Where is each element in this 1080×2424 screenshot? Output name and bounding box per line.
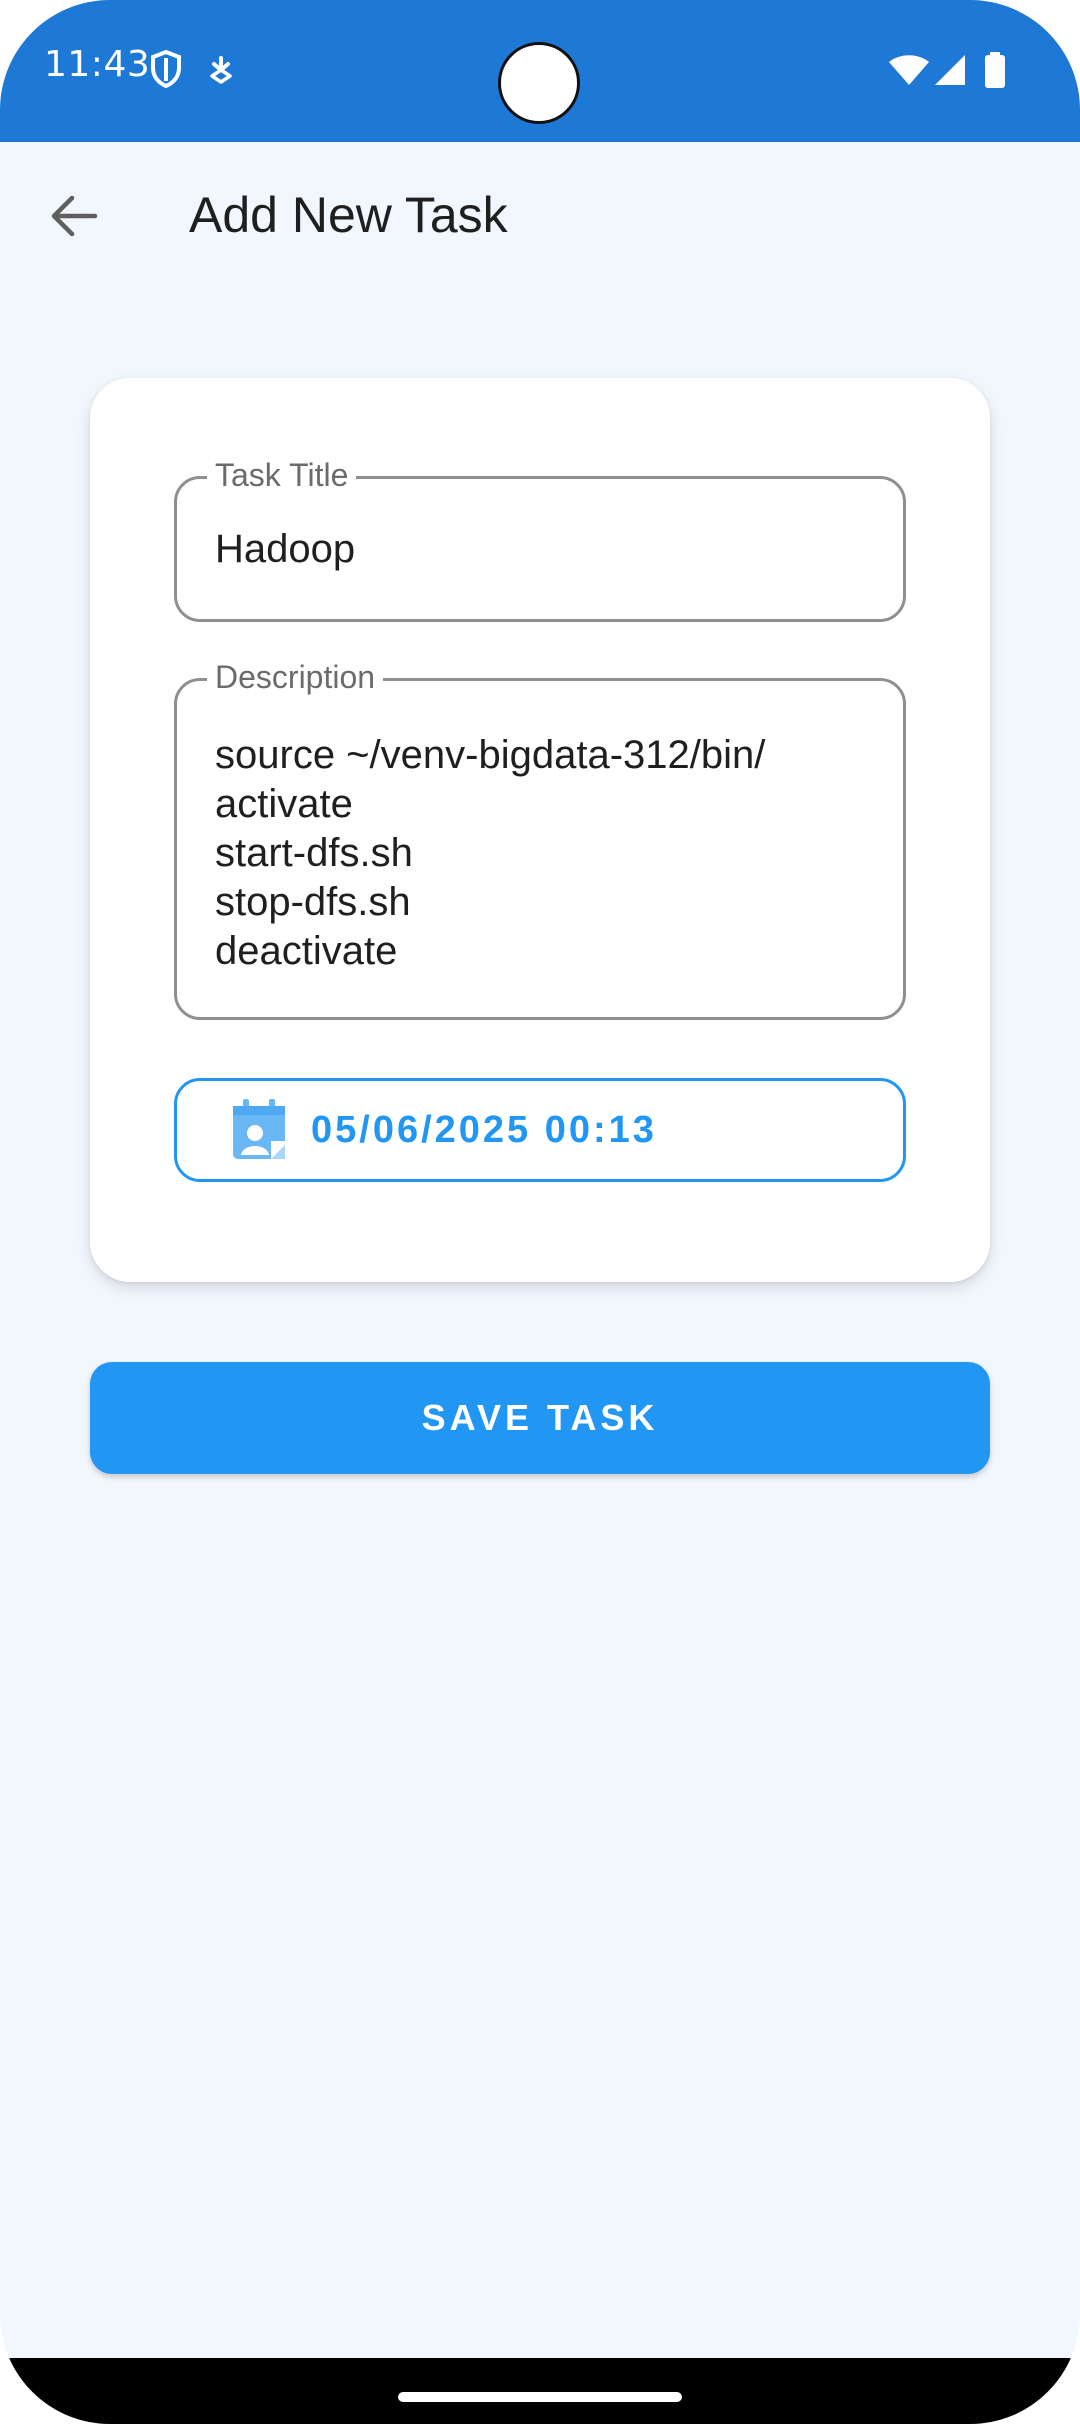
battery-icon xyxy=(984,52,1006,92)
home-indicator[interactable] xyxy=(398,2392,682,2402)
download-notification-icon xyxy=(208,56,234,88)
navigation-bar xyxy=(0,2358,1080,2424)
due-date-picker[interactable]: 05/06/2025 00:13 xyxy=(174,1078,906,1182)
front-camera xyxy=(498,42,580,124)
app-bar: Add New Task xyxy=(0,142,1080,292)
task-form-card: Task Title Hadoop Description source ~/v… xyxy=(90,378,990,1282)
description-label: Description xyxy=(207,657,384,697)
cell-signal-icon xyxy=(934,54,966,90)
task-title-field[interactable]: Task Title Hadoop xyxy=(174,455,906,622)
status-bar: 11:43 xyxy=(0,0,1080,142)
description-value[interactable]: source ~/venv-bigdata-312/bin/ activate … xyxy=(215,731,855,976)
back-button[interactable] xyxy=(36,180,112,256)
shield-icon xyxy=(150,49,182,92)
task-title-value[interactable]: Hadoop xyxy=(215,525,855,574)
status-time: 11:43 xyxy=(44,44,151,85)
due-date-value: 05/06/2025 00:13 xyxy=(311,1109,657,1151)
phone-screen: 11:43 Add New Task Task Title Hadoop Des… xyxy=(0,0,1080,2424)
save-task-button[interactable]: SAVE TASK xyxy=(90,1362,990,1474)
arrow-back-icon xyxy=(50,194,98,242)
calendar-icon xyxy=(231,1099,287,1165)
description-field[interactable]: Description source ~/venv-bigdata-312/bi… xyxy=(174,657,906,1020)
page-title: Add New Task xyxy=(189,187,508,243)
task-title-label: Task Title xyxy=(207,455,357,495)
wifi-icon xyxy=(888,54,930,90)
